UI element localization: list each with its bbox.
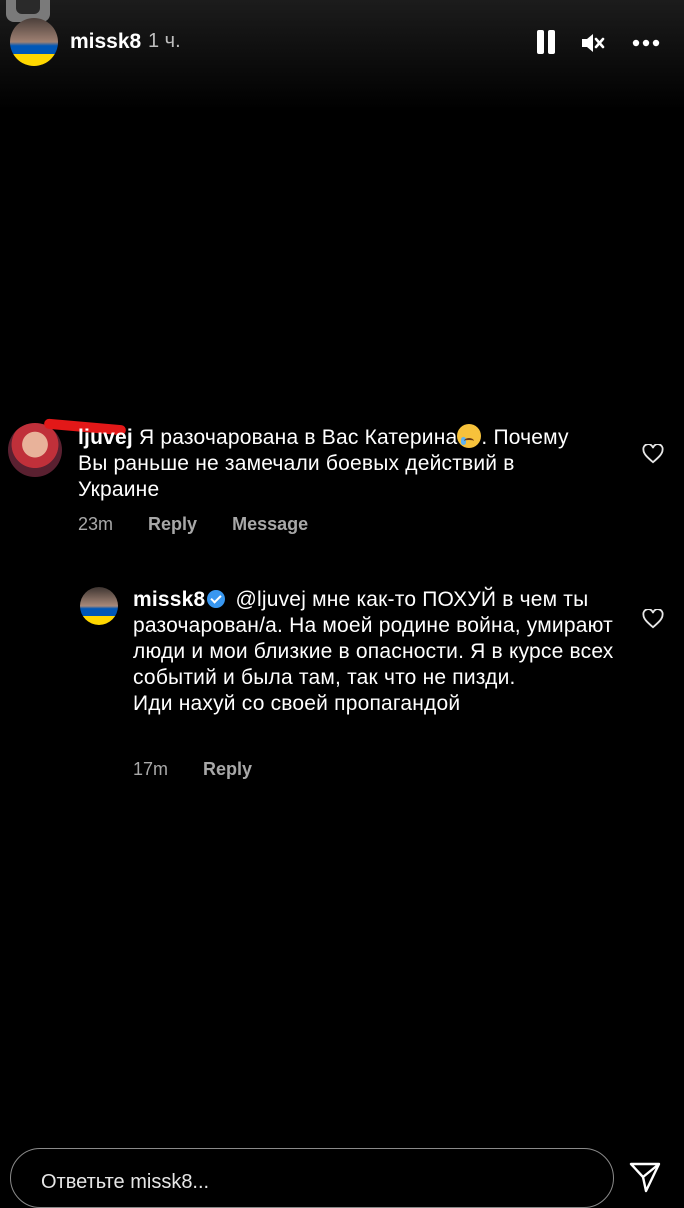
comment-text: ljuvej Я разочарована в Вас Катерина. По… (78, 424, 578, 503)
comment-username[interactable]: missk8 (133, 588, 205, 611)
reply-placeholder: Ответьте missk8... (41, 1171, 210, 1193)
send-icon[interactable] (628, 1160, 662, 1194)
more-options-icon[interactable] (632, 30, 660, 56)
crying-face-icon (457, 424, 482, 448)
comment-time: 17m (133, 759, 169, 779)
pause-icon[interactable] (535, 30, 561, 56)
comment-time: 23m (78, 514, 114, 534)
message-button[interactable]: Message (232, 514, 308, 534)
volume-muted-icon[interactable] (580, 30, 606, 56)
commenter-avatar[interactable] (8, 423, 62, 477)
story-owner-avatar[interactable] (10, 18, 58, 66)
story-header: missk8 1 ч. (0, 18, 684, 66)
heart-icon[interactable] (642, 443, 664, 464)
comment-username[interactable]: ljuvej (78, 426, 133, 449)
comment-body-part: Я разочарована в Вас Катерина (138, 426, 458, 449)
comment-body-line2: Иди нахуй со своей пропагандой (133, 692, 461, 715)
verified-badge-icon (207, 590, 226, 608)
comment-meta: 17m Reply (133, 759, 282, 780)
reply-author-avatar[interactable] (80, 587, 118, 625)
heart-icon[interactable] (642, 608, 664, 629)
comment-text: missk8 @ljuvej мне как-то ПОХУЙ в чем ты… (133, 587, 623, 717)
story-owner-name[interactable]: missk8 (70, 30, 141, 54)
story-time-ago: 1 ч. (148, 30, 181, 52)
comment-meta: 23m Reply Message (78, 514, 338, 535)
reply-button[interactable]: Reply (203, 759, 252, 779)
reply-input[interactable]: Ответьте missk8... (10, 1148, 614, 1208)
reply-button[interactable]: Reply (148, 514, 197, 534)
